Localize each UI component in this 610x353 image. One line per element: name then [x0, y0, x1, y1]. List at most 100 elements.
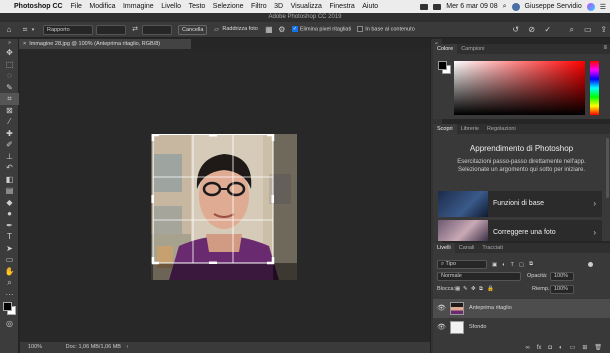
visibility-eye-icon[interactable]: 👁 [437, 299, 446, 318]
layer-name[interactable]: Sfondo [469, 318, 486, 337]
panel-menu-icon[interactable]: ≡ [603, 45, 607, 51]
width-field[interactable] [96, 24, 126, 35]
reset-crop-icon[interactable]: ↺ [512, 25, 520, 34]
siri-icon[interactable] [586, 2, 595, 11]
path-selection-tool-icon[interactable]: ➤ [0, 243, 19, 255]
color-fg-swatch[interactable] [438, 61, 447, 70]
tab-scopri[interactable]: Scopri [433, 124, 457, 134]
workspace-icon[interactable]: ▭ [584, 25, 592, 34]
link-layers-icon[interactable]: ∞ [525, 345, 529, 351]
gear-icon[interactable]: ⚙ [278, 25, 286, 34]
lock-artboard-icon[interactable]: ⧉ [479, 286, 483, 293]
menu-visualizza[interactable]: Visualizza [291, 3, 322, 10]
menu-3d[interactable]: 3D [274, 3, 283, 10]
blend-mode-select[interactable]: Normale [437, 272, 521, 281]
quick-mask-icon[interactable]: ◎ [0, 318, 19, 330]
filter-pixel-icon[interactable]: ▣ [492, 262, 497, 268]
menu-testo[interactable]: Testo [189, 3, 206, 10]
ratio-select[interactable]: Rapporto [43, 24, 93, 35]
type-tool-icon[interactable]: T [0, 231, 19, 243]
add-mask-icon[interactable]: ◘ [548, 345, 552, 351]
user-avatar[interactable] [511, 2, 520, 11]
tab-librerie[interactable]: Librerie [457, 124, 483, 134]
menu-filtro[interactable]: Filtro [251, 3, 267, 10]
gradient-tool-icon[interactable]: ▤ [0, 185, 19, 197]
trash-icon[interactable]: 🗑 [594, 344, 602, 351]
straighten-button[interactable]: Raddrizza foto [220, 25, 259, 35]
filter-shape-icon[interactable]: ▢ [519, 262, 524, 268]
hue-slider[interactable] [590, 61, 599, 115]
pen-tool-icon[interactable]: ✒ [0, 220, 19, 232]
app-menu[interactable]: Photoshop CC [14, 3, 63, 10]
tab-regolazioni[interactable]: Regolazioni [483, 124, 520, 134]
more-tools-icon[interactable]: ··· [0, 289, 19, 301]
learn-item-basics[interactable]: Funzioni di base › [438, 191, 602, 217]
filter-adjustment-icon[interactable]: ◐ [502, 262, 505, 268]
crop-tool-preset-icon[interactable]: ⌗ [21, 25, 29, 34]
zoom-level[interactable]: 100% [28, 344, 42, 350]
lock-pixels-icon[interactable]: ▦ [455, 286, 460, 292]
foreground-color-swatch[interactable] [3, 302, 12, 311]
menu-selezione[interactable]: Selezione [213, 3, 244, 10]
eraser-tool-icon[interactable]: ◧ [0, 174, 19, 186]
swap-dimensions-icon[interactable]: ⇄ [131, 26, 139, 34]
blur-tool-icon[interactable]: ◆ [0, 197, 19, 209]
lock-position-icon[interactable]: ✥ [471, 286, 476, 292]
content-aware-checkbox[interactable]: In base al contenuto [357, 26, 415, 33]
menu-modifica[interactable]: Modifica [89, 3, 115, 10]
document-tab[interactable]: × Immagine 28.jpg @ 100% (Anteprima ritag… [19, 39, 191, 49]
menu-immagine[interactable]: Immagine [123, 3, 154, 10]
search-icon[interactable]: ⌕ [568, 25, 576, 34]
chevron-down-icon[interactable]: ▾ [29, 26, 37, 34]
commit-crop-icon[interactable]: ✓ [544, 25, 552, 34]
menu-finestra[interactable]: Finestra [329, 3, 354, 10]
brush-tool-icon[interactable]: ✐ [0, 139, 19, 151]
tab-canali[interactable]: Canali [455, 243, 479, 253]
overlay-grid-icon[interactable]: ▦ [265, 25, 273, 34]
crop-preview-image[interactable] [151, 134, 297, 280]
zoom-tool-icon[interactable]: ⌕ [0, 277, 19, 289]
rectangle-tool-icon[interactable]: ▭ [0, 254, 19, 266]
straighten-icon[interactable]: ▱ [212, 26, 220, 34]
crop-tool-icon[interactable]: ⌗ [0, 93, 19, 105]
quick-select-tool-icon[interactable]: ✎ [0, 82, 19, 94]
user-name[interactable]: Giuseppe Servidio [525, 3, 582, 10]
layer-style-icon[interactable]: fx [537, 345, 542, 351]
hand-tool-icon[interactable]: ✋ [0, 266, 19, 278]
tab-tracciati[interactable]: Tracciati [478, 243, 507, 253]
tab-colore[interactable]: Colore [433, 44, 458, 54]
battery-icon[interactable] [433, 3, 442, 10]
search-icon[interactable]: ⌕ [503, 3, 507, 11]
menu-livello[interactable]: Livello [161, 3, 181, 10]
lock-paint-icon[interactable]: ✎ [463, 286, 468, 292]
menu-aiuto[interactable]: Aiuto [362, 3, 378, 10]
color-field[interactable] [454, 61, 585, 115]
cancel-crop-icon[interactable]: ⊘ [528, 25, 536, 34]
clock[interactable]: Mer 6 mar 09 08 [446, 3, 497, 10]
learn-item-fix-photo[interactable]: Correggere una foto › [438, 220, 602, 241]
marquee-tool-icon[interactable]: ⬚ [0, 59, 19, 71]
healing-brush-tool-icon[interactable]: ✚ [0, 128, 19, 140]
close-icon[interactable]: × [23, 41, 26, 47]
lock-all-icon[interactable]: 🔒 [487, 286, 494, 292]
panel-collapse-icon[interactable]: » [0, 39, 19, 47]
tab-livelli[interactable]: Livelli [433, 243, 455, 253]
dodge-tool-icon[interactable]: ● [0, 208, 19, 220]
eyedropper-tool-icon[interactable]: ⁄ [0, 116, 19, 128]
frame-tool-icon[interactable]: ⊠ [0, 105, 19, 117]
visibility-eye-icon[interactable]: 👁 [437, 318, 446, 337]
layer-row-crop-preview[interactable]: 👁 Anteprima ritaglio [433, 299, 610, 318]
learn-scrollbar[interactable] [606, 138, 609, 198]
clear-button[interactable]: Cancella [178, 24, 208, 35]
foreground-background-swatches[interactable] [0, 300, 19, 318]
filter-type-icon[interactable]: T [511, 262, 514, 268]
chevron-right-icon[interactable]: › [126, 344, 128, 350]
new-layer-icon[interactable]: ⊞ [582, 344, 587, 351]
new-group-icon[interactable]: ▭ [570, 344, 576, 351]
share-icon[interactable]: ⇪ [600, 25, 608, 34]
layer-row-background[interactable]: 👁 Sfondo [433, 318, 610, 337]
delete-cropped-pixels-checkbox[interactable]: ✓ Elimina pixel ritagliati [291, 26, 351, 33]
home-icon[interactable]: ⌂ [5, 25, 13, 34]
filter-smart-object-icon[interactable]: ⧉ [529, 261, 533, 268]
layer-name[interactable]: Anteprima ritaglio [469, 299, 512, 318]
